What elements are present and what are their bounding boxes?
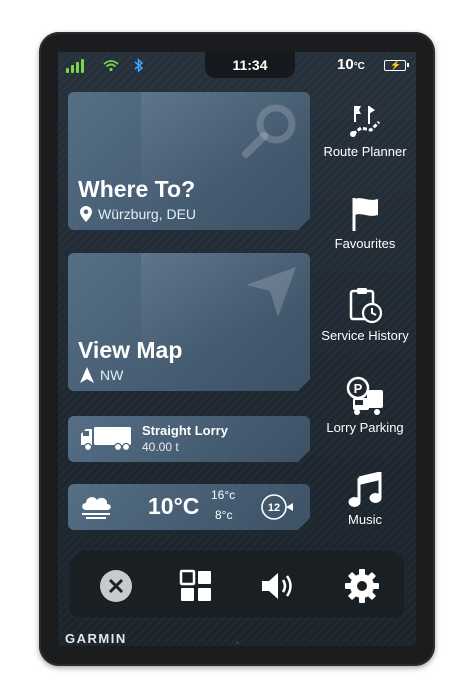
flag-icon	[352, 198, 378, 231]
settings-button[interactable]	[342, 566, 382, 606]
weather-temperature: 10°C	[148, 493, 200, 519]
location-pin-icon	[80, 206, 92, 222]
favourites-label: Favourites	[334, 236, 396, 251]
front-sensor	[236, 641, 239, 644]
wind-indicator-icon: 12	[258, 493, 294, 521]
heading-indicator: NW	[80, 367, 123, 383]
lorry-parking-label: Lorry Parking	[326, 420, 404, 435]
apps-grid-icon	[179, 569, 213, 603]
cellular-signal-icon	[66, 59, 88, 73]
close-icon	[99, 569, 133, 603]
status-temperature-value: 10	[337, 56, 354, 73]
bottom-dock	[70, 551, 404, 617]
cloud-fog-icon	[78, 492, 114, 522]
status-time: 11:34	[232, 57, 268, 73]
settings-gear-icon	[344, 568, 380, 604]
route-planner-button[interactable]: Route Planner	[314, 100, 416, 159]
current-location: Würzburg, DEU	[80, 206, 196, 222]
navigation-arrow-icon	[240, 261, 302, 323]
wind-speed: 12	[268, 502, 280, 514]
search-icon	[240, 100, 302, 162]
route-planner-icon	[350, 106, 381, 137]
svg-text:P: P	[354, 381, 363, 396]
status-temperature: 10°C	[337, 56, 365, 73]
where-to-tile[interactable]: Where To? Würzburg, DEU	[68, 92, 310, 230]
vehicle-profile-tile[interactable]: Straight Lorry 40.00 t	[68, 416, 310, 462]
lorry-icon	[80, 426, 132, 452]
status-bar: 11:34 10°C ⚡	[58, 52, 416, 78]
weather-high: 16°c	[211, 488, 236, 502]
screen: 11:34 10°C ⚡ Where To? Würzburg, DEU Vie…	[58, 52, 416, 646]
location-text: Würzburg, DEU	[98, 206, 197, 222]
service-history-icon	[349, 288, 382, 324]
heading-text: NW	[100, 367, 124, 383]
lorry-parking-button[interactable]: P Lorry Parking	[314, 376, 416, 435]
bluetooth-icon	[134, 58, 144, 73]
device-frame: 11:34 10°C ⚡ Where To? Würzburg, DEU Vie…	[39, 32, 435, 666]
wifi-icon	[103, 60, 119, 72]
view-map-title: View Map	[78, 337, 183, 363]
music-label: Music	[348, 512, 382, 527]
apps-button[interactable]	[176, 566, 216, 606]
lorry-parking-icon: P	[346, 376, 383, 415]
vehicle-weight: 40.00 t	[142, 440, 179, 454]
service-history-button[interactable]: Service History	[314, 284, 416, 343]
status-temperature-unit: °C	[353, 61, 365, 72]
weather-tile[interactable]: 10°C 16°c 8°c 12	[68, 484, 310, 530]
volume-button[interactable]	[258, 566, 298, 606]
service-history-label: Service History	[321, 328, 409, 343]
where-to-title: Where To?	[78, 176, 196, 202]
weather-low: 8°c	[215, 508, 233, 522]
favourites-button[interactable]: Favourites	[314, 192, 416, 251]
route-planner-label: Route Planner	[323, 144, 407, 159]
view-map-tile[interactable]: View Map NW	[68, 253, 310, 391]
close-button[interactable]	[96, 566, 136, 606]
heading-arrow-icon	[80, 367, 94, 383]
music-button[interactable]: Music	[314, 468, 416, 527]
battery-icon: ⚡	[384, 60, 409, 71]
volume-icon	[260, 570, 296, 602]
music-note-icon	[348, 472, 382, 507]
vehicle-name: Straight Lorry	[142, 423, 228, 438]
